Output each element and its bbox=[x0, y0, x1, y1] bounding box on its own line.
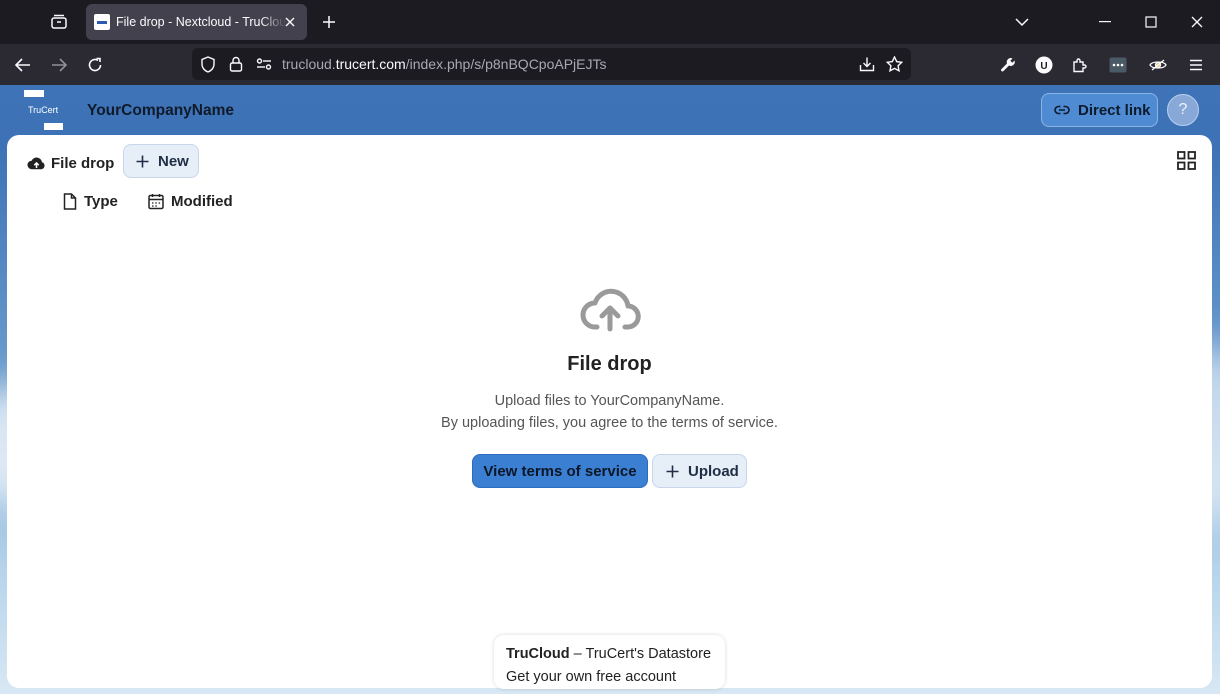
maximize-icon[interactable] bbox=[1139, 10, 1163, 34]
back-arrow-icon[interactable] bbox=[10, 52, 36, 78]
empty-state-description: Upload files to YourCompanyName. By uplo… bbox=[7, 390, 1212, 434]
tab-list-icon[interactable] bbox=[46, 10, 72, 34]
new-button[interactable]: New bbox=[123, 144, 199, 178]
extension-dots-icon[interactable] bbox=[1105, 52, 1131, 78]
breadcrumb[interactable]: File drop bbox=[27, 152, 114, 174]
browser-nav-bar: trucloud.trucert.com/index.php/s/p8nBQCp… bbox=[0, 44, 1220, 85]
empty-state-title: File drop bbox=[567, 353, 652, 375]
footer-brand-line: TruCloud – TruCert's Datastore bbox=[506, 643, 713, 666]
svg-text:U: U bbox=[1040, 61, 1047, 72]
upload-button-label: Upload bbox=[688, 462, 739, 480]
help-button[interactable]: ? bbox=[1167, 94, 1199, 126]
reload-icon[interactable] bbox=[82, 52, 108, 78]
forward-arrow-icon[interactable] bbox=[46, 52, 72, 78]
footer-brand[interactable]: TruCloud bbox=[506, 646, 570, 662]
upload-button[interactable]: Upload bbox=[652, 454, 747, 488]
breadcrumb-label: File drop bbox=[51, 154, 115, 172]
hamburger-menu-icon[interactable] bbox=[1183, 52, 1209, 78]
empty-state-line-1: Upload files to YourCompanyName. bbox=[494, 393, 725, 409]
column-header-modified[interactable]: Modified bbox=[148, 193, 233, 210]
extensions-puzzle-icon[interactable] bbox=[1067, 52, 1093, 78]
nextcloud-favicon-icon bbox=[94, 14, 110, 30]
company-name: YourCompanyName bbox=[87, 102, 234, 119]
cloud-upload-icon bbox=[27, 157, 45, 169]
new-button-label: New bbox=[158, 152, 189, 170]
footer-card: TruCloud – TruCert's Datastore Get your … bbox=[494, 635, 725, 689]
tracking-shield-icon[interactable] bbox=[198, 54, 218, 74]
close-window-icon[interactable] bbox=[1185, 10, 1209, 34]
trucert-logo[interactable]: TruCert bbox=[24, 90, 64, 130]
file-icon bbox=[63, 193, 77, 210]
page-header: TruCert YourCompanyName Direct link ? bbox=[0, 85, 1220, 135]
bookmark-star-icon[interactable] bbox=[884, 54, 904, 74]
devtools-wrench-icon[interactable] bbox=[995, 52, 1021, 78]
cloud-upload-large-icon bbox=[580, 288, 641, 332]
link-icon bbox=[1054, 105, 1070, 115]
direct-link-label: Direct link bbox=[1078, 101, 1151, 119]
extension-eye-icon[interactable] bbox=[1145, 52, 1171, 78]
active-tab[interactable]: File drop - Nextcloud - TruCloud bbox=[86, 4, 307, 40]
direct-link-button[interactable]: Direct link bbox=[1041, 93, 1158, 127]
plus-icon bbox=[666, 465, 679, 477]
plus-icon bbox=[136, 155, 149, 167]
footer-signup-link[interactable]: Get your own free account bbox=[506, 666, 713, 689]
lock-icon[interactable] bbox=[226, 54, 246, 74]
url-text: trucloud.trucert.com/index.php/s/p8nBQCp… bbox=[282, 56, 607, 72]
save-page-icon[interactable] bbox=[857, 54, 877, 74]
close-tab-icon[interactable] bbox=[281, 13, 299, 31]
empty-state-actions: View terms of service Upload bbox=[472, 454, 747, 488]
column-type-label: Type bbox=[84, 193, 118, 210]
view-terms-button[interactable]: View terms of service bbox=[472, 454, 648, 488]
tab-overflow-chevron-icon[interactable] bbox=[1010, 10, 1034, 34]
browser-tab-bar: File drop - Nextcloud - TruCloud bbox=[0, 0, 1220, 44]
minimize-icon[interactable] bbox=[1093, 10, 1117, 34]
empty-state-line-2: By uploading files, you agree to the ter… bbox=[441, 415, 778, 431]
footer-tagline: – TruCert's Datastore bbox=[569, 646, 712, 662]
main-content: File drop New Type Modified File drop Up… bbox=[7, 135, 1212, 688]
empty-state: File drop Upload files to YourCompanyNam… bbox=[7, 285, 1212, 434]
grid-view-toggle-icon[interactable] bbox=[1177, 151, 1197, 171]
ublock-extension-icon[interactable]: U bbox=[1031, 52, 1057, 78]
calendar-icon bbox=[148, 194, 164, 210]
column-header-type[interactable]: Type bbox=[63, 193, 118, 210]
web-page: TruCert YourCompanyName Direct link ? Fi… bbox=[0, 85, 1220, 694]
site-permissions-icon[interactable] bbox=[254, 54, 274, 74]
address-bar[interactable]: trucloud.trucert.com/index.php/s/p8nBQCp… bbox=[192, 48, 911, 80]
tab-title: File drop - Nextcloud - TruCloud bbox=[116, 15, 286, 29]
new-tab-icon[interactable] bbox=[317, 10, 341, 34]
column-modified-label: Modified bbox=[171, 193, 233, 210]
